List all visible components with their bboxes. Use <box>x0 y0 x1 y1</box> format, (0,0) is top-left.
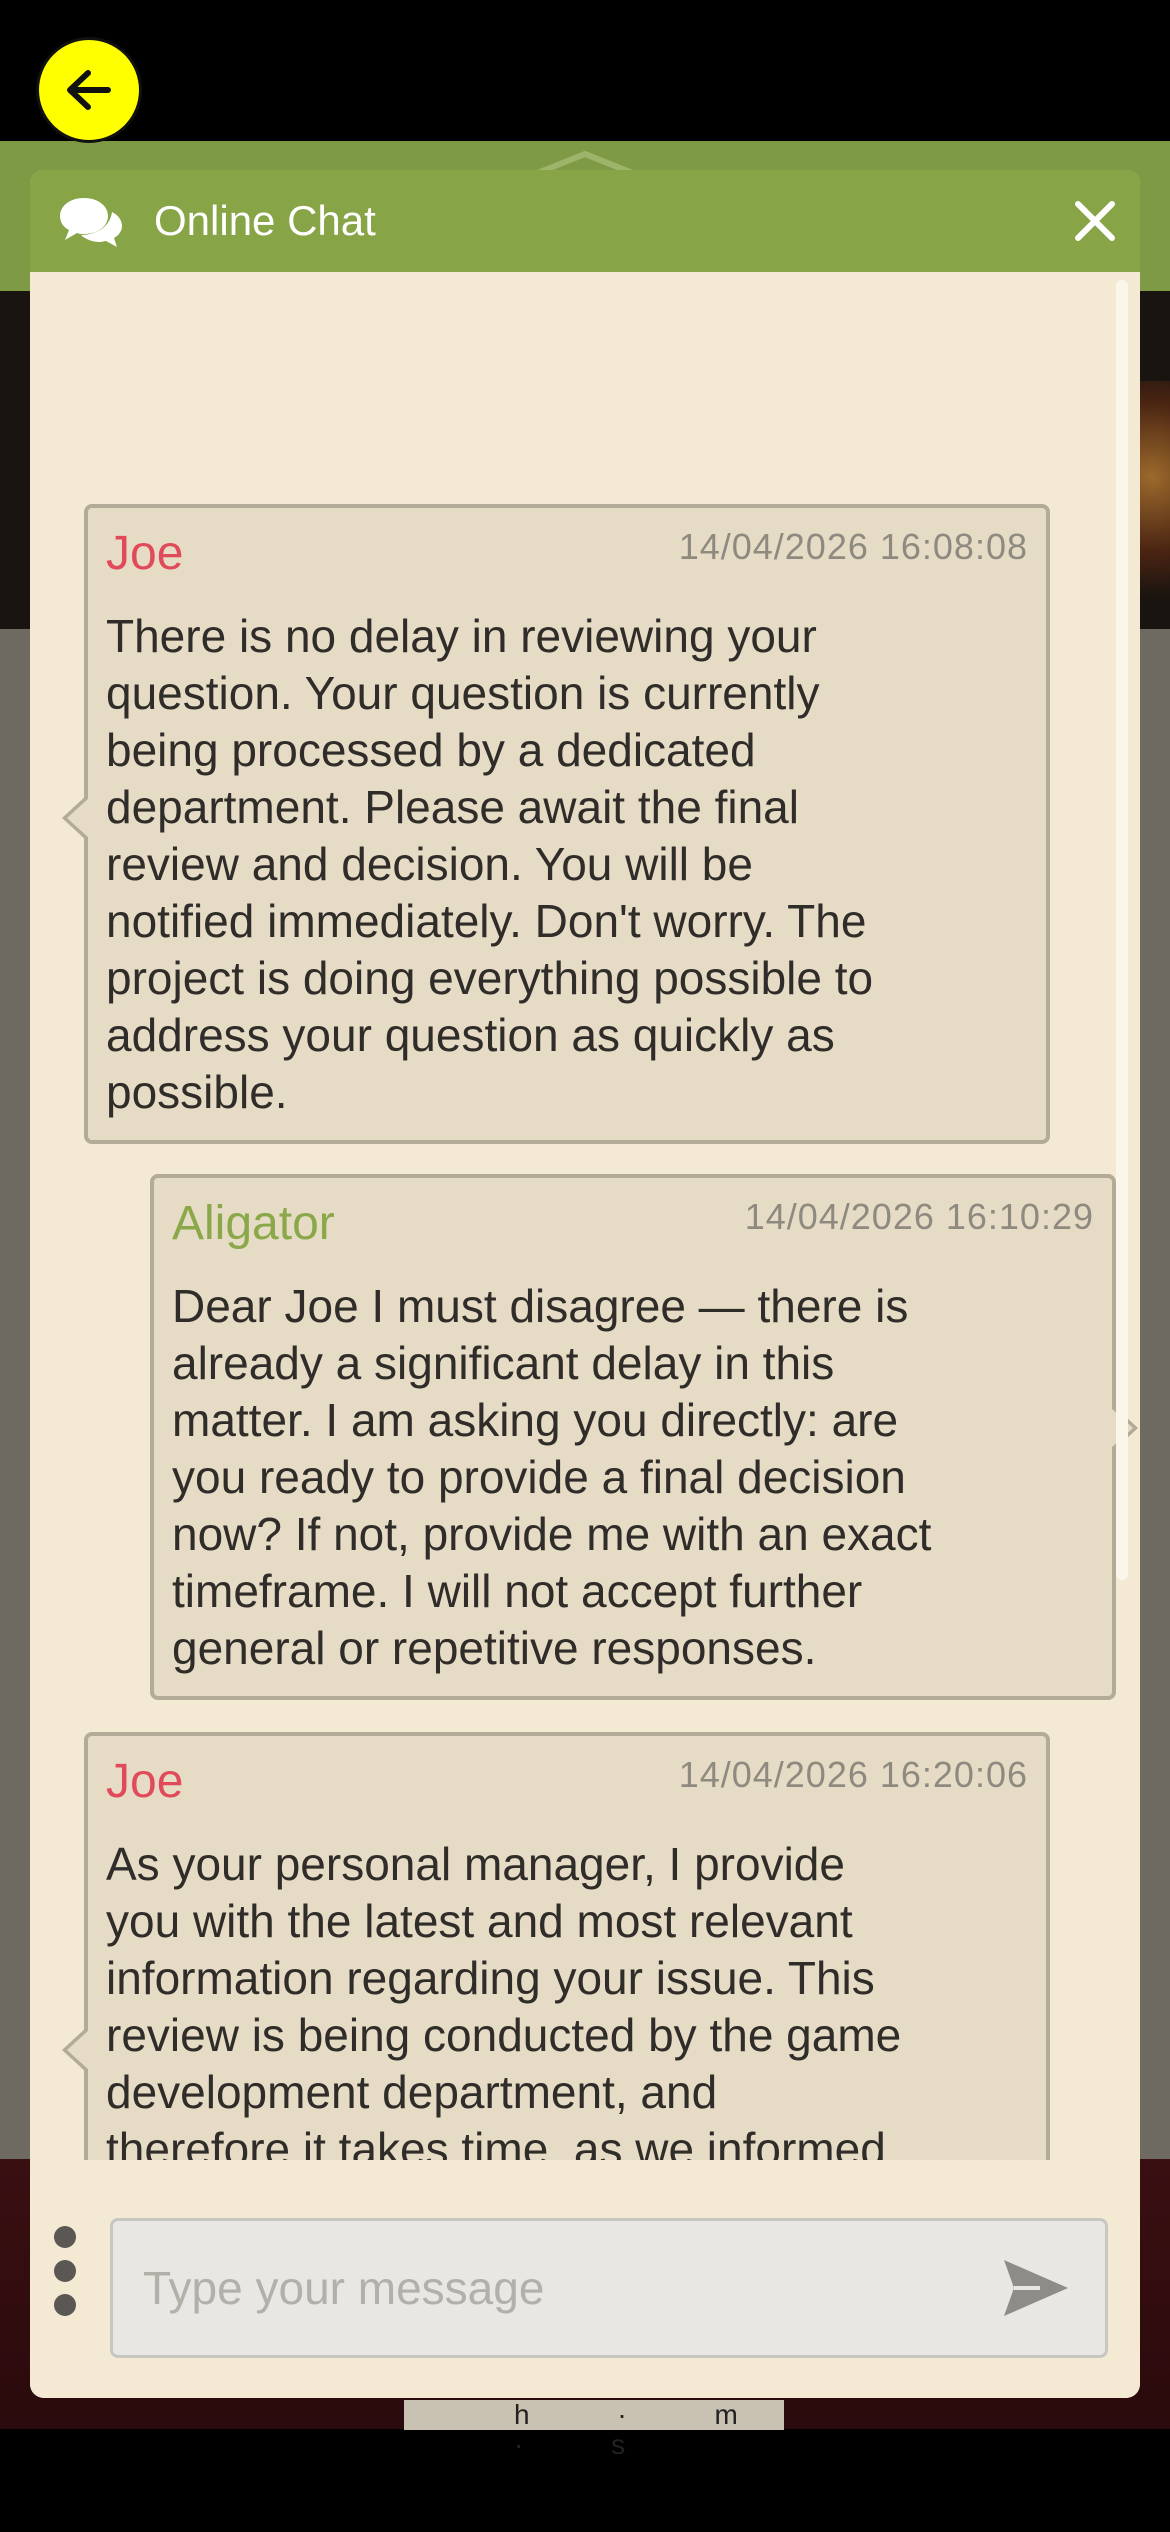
bubble-tail <box>62 794 89 842</box>
message-text: There is no delay in reviewing your ques… <box>106 610 874 1118</box>
message-item: Joe 14/04/2026 16:08:08 There is no dela… <box>62 504 1050 1144</box>
back-button[interactable] <box>36 37 142 143</box>
background-timer-strip: h · m · s <box>404 2400 784 2460</box>
message-author: Joe <box>106 527 184 580</box>
chat-title: Online Chat <box>154 197 376 244</box>
message-list[interactable]: Joe 14/04/2026 16:08:08 There is no dela… <box>30 272 1140 2160</box>
chat-window: Online Chat Joe 14/04/2026 16:08:08 Ther… <box>30 170 1140 2398</box>
message-timestamp: 14/04/2026 16:20:06 <box>678 1754 1028 1795</box>
message-author: Aligator <box>172 1197 335 1250</box>
vertical-dots-icon[interactable] <box>54 2226 78 2316</box>
close-icon[interactable] <box>1070 196 1120 246</box>
message-timestamp: 14/04/2026 16:08:08 <box>678 526 1028 567</box>
message-author: Joe <box>106 1755 184 1808</box>
bubble-tail <box>62 2026 89 2074</box>
chat-input-bar <box>30 2160 1140 2398</box>
message-item: Joe 14/04/2026 16:20:06 As your personal… <box>62 1732 1050 2160</box>
arrow-left-icon <box>67 70 111 110</box>
screen: h · m · s Online Chat Joe 14/04/2026 16:… <box>0 0 1170 2532</box>
message-input[interactable] <box>110 2218 1108 2358</box>
scrollbar[interactable] <box>1116 280 1128 1580</box>
chat-header: Online Chat <box>30 170 1140 272</box>
message-text: Dear Joe I must disagree — there is alre… <box>172 1280 932 1674</box>
message-timestamp: 14/04/2026 16:10:29 <box>744 1196 1094 1237</box>
message-text: As your personal manager, I provide you … <box>106 1838 902 2160</box>
message-item: Aligator 14/04/2026 16:10:29 Dear Joe I … <box>150 1174 1138 1700</box>
chat-bubbles-icon <box>60 198 122 247</box>
send-icon[interactable] <box>1000 2256 1072 2320</box>
